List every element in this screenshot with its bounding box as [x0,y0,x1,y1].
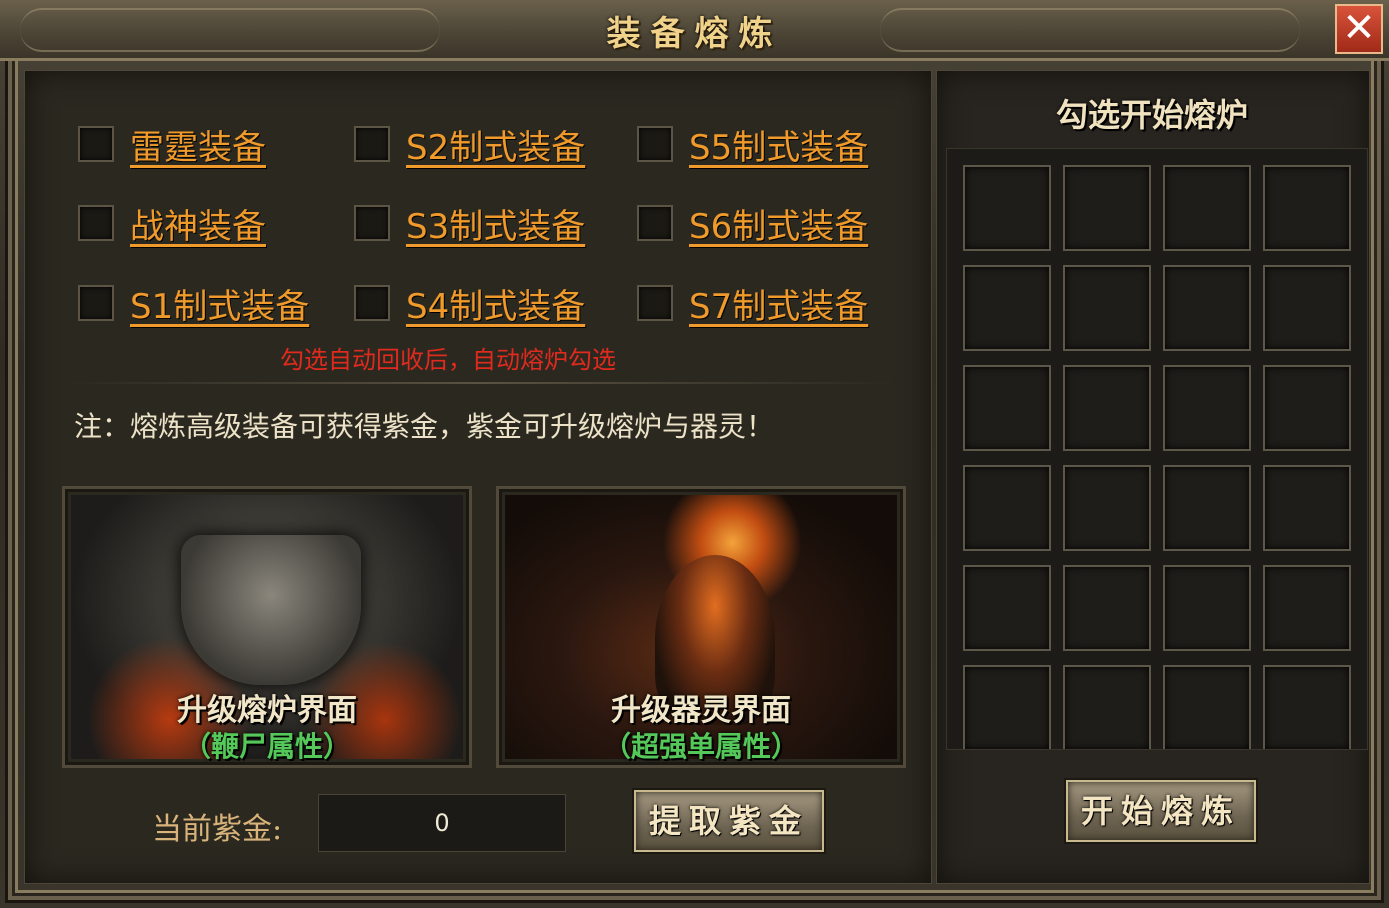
furnace-slot[interactable] [1263,565,1351,651]
furnace-slot[interactable] [1063,465,1151,551]
furnace-slot[interactable] [1263,665,1351,749]
option-s7[interactable]: S7制式装备 [637,279,868,328]
option-label[interactable]: S1制式装备 [130,279,309,328]
option-checkbox[interactable] [78,285,114,321]
zijin-value-field: 0 [318,794,566,852]
furnace-slot[interactable] [963,265,1051,351]
furnace-slot[interactable] [963,165,1051,251]
card-subtitle: （超强单属性） [602,730,799,763]
auto-recycle-hint: 勾选自动回收后，自动熔炉勾选 [280,346,616,374]
option-checkbox[interactable] [637,126,673,162]
furnace-slot[interactable] [963,565,1051,651]
smelt-window: 装备熔炼 ✕ 雷霆装备 S2制式装备 S5制式装备 战神装备 S3制式装备 S6… [0,0,1389,908]
option-checkbox[interactable] [354,205,390,241]
furnace-slot[interactable] [1163,465,1251,551]
upgrade-furnace-card[interactable]: 升级熔炉界面 （鞭尸属性） [62,486,472,768]
option-label[interactable]: S2制式装备 [406,120,585,169]
furnace-slot[interactable] [963,665,1051,749]
option-checkbox[interactable] [637,285,673,321]
furnace-slot[interactable] [1063,165,1151,251]
option-checkbox[interactable] [78,205,114,241]
option-zhanshen[interactable]: 战神装备 [78,199,266,248]
card-subtitle: （鞭尸属性） [182,730,351,763]
furnace-slot[interactable] [1063,365,1151,451]
option-s3[interactable]: S3制式装备 [354,199,585,248]
option-checkbox[interactable] [637,205,673,241]
zijin-label: 当前紫金: [152,812,283,847]
furnace-slot[interactable] [1263,165,1351,251]
furnace-slot[interactable] [1063,265,1151,351]
furnace-slot[interactable] [1063,565,1151,651]
divider [62,382,898,384]
title-bar[interactable]: 装备熔炼 [0,0,1389,61]
furnace-title: 勾选开始熔炉 [1055,96,1248,134]
furnace-slot[interactable] [1263,365,1351,451]
furnace-slot[interactable] [1263,465,1351,551]
option-leiting[interactable]: 雷霆装备 [78,120,266,169]
furnace-slot[interactable] [1163,365,1251,451]
extract-zijin-button[interactable]: 提取紫金 [634,790,824,852]
furnace-slot[interactable] [1163,265,1251,351]
option-label[interactable]: S7制式装备 [689,279,868,328]
furnace-slot[interactable] [963,365,1051,451]
option-s5[interactable]: S5制式装备 [637,120,868,169]
furnace-slot-grid [946,148,1368,750]
option-label[interactable]: 战神装备 [130,199,266,248]
cauldron-image [181,535,361,685]
option-label[interactable]: S6制式装备 [689,199,868,248]
option-label[interactable]: S3制式装备 [406,199,585,248]
close-button[interactable]: ✕ [1335,4,1383,54]
smelt-note: 注：熔炼高级装备可获得紫金，紫金可升级熔炉与器灵！ [74,410,775,443]
option-s4[interactable]: S4制式装备 [354,279,585,328]
option-label[interactable]: 雷霆装备 [130,120,266,169]
option-checkbox[interactable] [354,285,390,321]
furnace-slot[interactable] [1063,665,1151,749]
card-title: 升级器灵界面 [611,693,791,728]
furnace-slot[interactable] [1163,665,1251,749]
option-label[interactable]: S5制式装备 [689,120,868,169]
option-s2[interactable]: S2制式装备 [354,120,585,169]
furnace-slot[interactable] [1163,165,1251,251]
option-s6[interactable]: S6制式装备 [637,199,868,248]
furnace-slot[interactable] [1163,565,1251,651]
option-s1[interactable]: S1制式装备 [78,279,309,328]
start-smelt-button[interactable]: 开始熔炼 [1066,780,1256,842]
option-label[interactable]: S4制式装备 [406,279,585,328]
option-checkbox[interactable] [78,126,114,162]
furnace-slot[interactable] [963,465,1051,551]
option-checkbox[interactable] [354,126,390,162]
card-title: 升级熔炉界面 [177,693,357,728]
window-title: 装备熔炼 [606,14,783,54]
upgrade-spirit-card[interactable]: 升级器灵界面 （超强单属性） [496,486,906,768]
furnace-slot[interactable] [1263,265,1351,351]
